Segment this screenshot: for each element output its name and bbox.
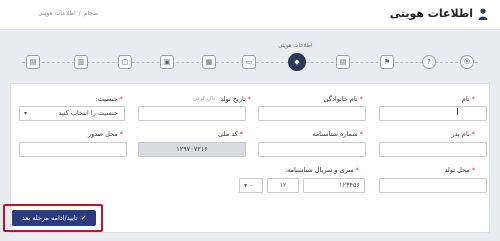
breadcrumb-current: اطلاعات هویتی xyxy=(38,10,76,17)
page-header: اطلاعات هویتی سجام / اطلاعات هویتی xyxy=(0,0,500,30)
birth-place-label: *محل تولد xyxy=(444,166,475,174)
step-document-icon[interactable]: ▥ xyxy=(74,55,88,69)
serial-letter-select[interactable]: - ▾ xyxy=(239,178,263,193)
last-name-input[interactable] xyxy=(258,106,366,121)
father-name-input[interactable] xyxy=(379,142,487,157)
step-card-icon[interactable]: ▤ xyxy=(336,55,350,69)
step-question-icon[interactable]: ? xyxy=(422,55,436,69)
id-number-input[interactable] xyxy=(258,142,366,157)
breadcrumb: سجام / اطلاعات هویتی xyxy=(38,10,98,17)
first-name-input[interactable] xyxy=(379,106,487,121)
chevron-down-icon: ▾ xyxy=(244,182,248,189)
birth-place-input[interactable] xyxy=(379,178,487,193)
step-money-icon[interactable]: ▢ xyxy=(118,55,132,69)
chevron-down-icon: ▾ xyxy=(24,110,28,117)
user-icon xyxy=(478,8,488,20)
birth-date-input[interactable] xyxy=(138,106,246,121)
breadcrumb-home[interactable]: سجام xyxy=(84,10,98,17)
step-id-card-icon[interactable]: ▭ xyxy=(242,55,256,69)
step-briefcase-icon[interactable]: ▣ xyxy=(160,55,174,69)
clear-date-link[interactable]: پاک کردن xyxy=(193,96,215,102)
national-code-input: ۱۲۹۷۰۷۲۱۶ xyxy=(138,142,246,157)
last-name-label: *نام خانوادگی xyxy=(323,95,363,103)
submit-label: تایید/ادامه مرحله بعد xyxy=(21,214,78,222)
first-name-label: *نام xyxy=(461,95,475,103)
page-title: اطلاعات هویتی xyxy=(389,7,473,20)
birth-date-label: *تاریخ تولد xyxy=(220,95,251,103)
serial-letter-value: - xyxy=(249,181,253,189)
step-building-icon[interactable]: ▦ xyxy=(202,55,216,69)
serial-number-input[interactable]: ۱۲۳۴۵۶ xyxy=(303,178,365,193)
issue-place-input[interactable] xyxy=(19,142,127,157)
gender-label: *جنسیت: xyxy=(95,95,123,103)
issue-place-label: *محل صدور xyxy=(87,130,123,138)
serial-series-input[interactable]: ۱۲ xyxy=(267,178,299,193)
progress-stepper: اطلاعات هویتی ® ? ⚑ ◆ ▤ ▭ ▦ ▣ ▢ ▥ ▤ xyxy=(12,40,488,82)
father-name-label: *نام پدر xyxy=(451,130,476,138)
page-title-group: اطلاعات هویتی xyxy=(390,7,488,20)
text-cursor-icon: I xyxy=(456,107,459,118)
step-bookmark-icon[interactable]: ⚑ xyxy=(380,55,394,69)
step-identity-icon[interactable]: ◆ xyxy=(288,53,306,71)
step-file-icon[interactable]: ▤ xyxy=(26,55,40,69)
step-registered-icon[interactable]: ® xyxy=(460,55,474,69)
serial-label: *سری و سریال شناسنامه: xyxy=(284,166,359,174)
active-step-caption: اطلاعات هویتی xyxy=(278,43,313,49)
national-code-label: *کد ملی xyxy=(218,130,243,138)
check-icon: ✔ xyxy=(80,214,87,222)
breadcrumb-separator: / xyxy=(78,10,81,17)
id-number-label: *شماره شناسنامه xyxy=(312,130,363,138)
gender-selected-value: جنسیت را انتخاب کنید xyxy=(58,109,118,117)
gender-select[interactable]: جنسیت را انتخاب کنید ▾ xyxy=(19,106,125,121)
submit-next-button[interactable]: ✔ تایید/ادامه مرحله بعد xyxy=(12,210,96,226)
